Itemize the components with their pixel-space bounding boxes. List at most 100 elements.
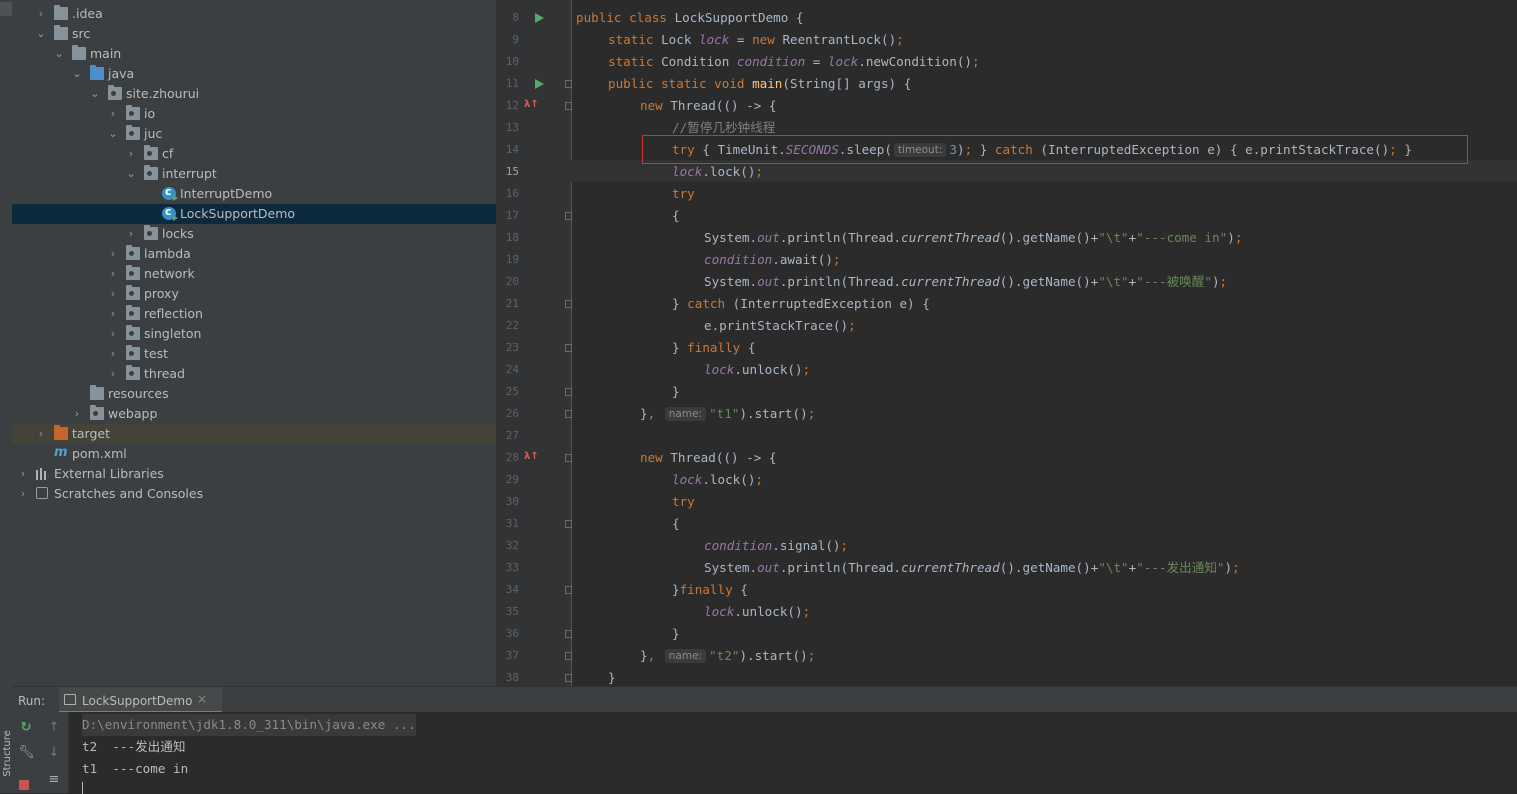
arrow-up-icon[interactable]: ↑	[46, 720, 62, 736]
fold-icon[interactable]	[565, 410, 572, 418]
tree-item-main[interactable]: ⌄ main	[12, 44, 496, 64]
fold-icon[interactable]	[565, 630, 572, 638]
chevron-right-icon[interactable]: ›	[126, 227, 136, 241]
fold-icon[interactable]	[565, 300, 572, 308]
tree-item-io[interactable]: › io	[12, 104, 496, 124]
code-line-36[interactable]: }	[672, 623, 680, 645]
tree-item-src[interactable]: ⌄ src	[12, 24, 496, 44]
fold-icon[interactable]	[565, 80, 572, 88]
code-line-13[interactable]: //暂停几秒钟线程	[672, 117, 775, 139]
tree-item-juc[interactable]: ⌄ juc	[12, 124, 496, 144]
chevron-right-icon[interactable]: ›	[126, 147, 136, 161]
tree-item-scratches-and-consoles[interactable]: › Scratches and Consoles	[12, 484, 496, 504]
code-line-24[interactable]: lock.unlock();	[704, 359, 810, 381]
tree-item-interruptdemo[interactable]: InterruptDemo	[12, 184, 496, 204]
chevron-right-icon[interactable]: ›	[108, 367, 118, 381]
code-line-20[interactable]: System.out.println(Thread.currentThread(…	[704, 271, 1227, 293]
lambda-gutter-icon[interactable]: λ↑	[524, 451, 539, 462]
fold-icon[interactable]	[565, 454, 572, 462]
code-line-34[interactable]: }finally {	[672, 579, 748, 601]
stop-icon[interactable]	[19, 780, 29, 790]
project-tree[interactable]: › .idea ⌄ src ⌄ main ⌄ java ⌄ site.zhourui › io ⌄ juc…	[12, 0, 496, 686]
tree-item-lambda[interactable]: › lambda	[12, 244, 496, 264]
code-line-37[interactable]: }, name: "t2").start();	[640, 645, 815, 667]
close-icon[interactable]: ×	[197, 692, 207, 706]
code-line-14[interactable]: try { TimeUnit.SECONDS.sleep(timeout: 3);…	[672, 139, 1412, 161]
tree-item-cf[interactable]: › cf	[12, 144, 496, 164]
wrench-icon[interactable]: 🔧︎	[18, 745, 35, 761]
tree-item-webapp[interactable]: › webapp	[12, 404, 496, 424]
code-line-22[interactable]: e.printStackTrace();	[704, 315, 856, 337]
chevron-right-icon[interactable]: ›	[108, 347, 118, 361]
chevron-right-icon[interactable]: ›	[72, 407, 82, 421]
chevron-down-icon[interactable]: ⌄	[108, 127, 118, 141]
code-line-29[interactable]: lock.lock();	[672, 469, 763, 491]
chevron-right-icon[interactable]: ›	[108, 287, 118, 301]
chevron-right-icon[interactable]: ›	[108, 107, 118, 121]
chevron-down-icon[interactable]: ⌄	[54, 47, 64, 61]
code-line-9[interactable]: static Lock lock = new ReentrantLock();	[608, 29, 904, 51]
code-line-25[interactable]: }	[672, 381, 680, 403]
code-line-32[interactable]: condition.signal();	[704, 535, 848, 557]
fold-icon[interactable]	[565, 586, 572, 594]
fold-icon[interactable]	[565, 102, 572, 110]
tree-item-pom-xml[interactable]: m pom.xml	[12, 444, 496, 464]
code-line-33[interactable]: System.out.println(Thread.currentThread(…	[704, 557, 1240, 579]
code-line-35[interactable]: lock.unlock();	[704, 601, 810, 623]
chevron-down-icon[interactable]: ⌄	[126, 167, 136, 181]
fold-icon[interactable]	[565, 520, 572, 528]
chevron-right-icon[interactable]: ›	[18, 467, 28, 481]
chevron-right-icon[interactable]: ›	[108, 307, 118, 321]
code-line-16[interactable]: try	[672, 183, 695, 205]
code-line-17[interactable]: {	[672, 205, 680, 227]
chevron-right-icon[interactable]: ›	[108, 267, 118, 281]
tree-item-test[interactable]: › test	[12, 344, 496, 364]
chevron-right-icon[interactable]: ›	[36, 427, 46, 441]
chevron-right-icon[interactable]: ›	[18, 487, 28, 501]
soft-wrap-icon[interactable]: ≡	[46, 772, 62, 788]
run-tab-locksupportdemo[interactable]: LockSupportDemo ×	[59, 687, 222, 713]
chevron-right-icon[interactable]: ›	[108, 327, 118, 341]
tree-item-locks[interactable]: › locks	[12, 224, 496, 244]
code-line-30[interactable]: try	[672, 491, 695, 513]
code-line-28[interactable]: new Thread(() -> {	[640, 447, 777, 469]
tree-item-target[interactable]: › target	[12, 424, 496, 444]
arrow-down-icon[interactable]: ↓	[46, 745, 62, 761]
project-tool-tab[interactable]	[0, 2, 12, 16]
chevron-down-icon[interactable]: ⌄	[90, 87, 100, 101]
code-line-23[interactable]: } finally {	[672, 337, 755, 359]
tree-item-resources[interactable]: resources	[12, 384, 496, 404]
fold-icon[interactable]	[565, 344, 572, 352]
fold-icon[interactable]	[565, 674, 572, 682]
tree-item-reflection[interactable]: › reflection	[12, 304, 496, 324]
tree-item-site-zhourui[interactable]: ⌄ site.zhourui	[12, 84, 496, 104]
tree-item--idea[interactable]: › .idea	[12, 4, 496, 24]
run-gutter-icon[interactable]	[535, 13, 544, 23]
code-line-31[interactable]: {	[672, 513, 680, 535]
code-line-12[interactable]: new Thread(() -> {	[640, 95, 777, 117]
tree-item-proxy[interactable]: › proxy	[12, 284, 496, 304]
code-line-21[interactable]: } catch (InterruptedException e) {	[672, 293, 930, 315]
fold-icon[interactable]	[565, 212, 572, 220]
rerun-icon[interactable]: ↻	[18, 720, 34, 736]
tree-item-external-libraries[interactable]: › External Libraries	[12, 464, 496, 484]
chevron-right-icon[interactable]: ›	[108, 247, 118, 261]
fold-icon[interactable]	[565, 388, 572, 396]
run-gutter-icon[interactable]	[535, 79, 544, 89]
code-line-15[interactable]: lock.lock();	[672, 161, 763, 183]
code-line-18[interactable]: System.out.println(Thread.currentThread(…	[704, 227, 1242, 249]
code-line-19[interactable]: condition.await();	[704, 249, 841, 271]
tree-item-java[interactable]: ⌄ java	[12, 64, 496, 84]
chevron-right-icon[interactable]: ›	[36, 7, 46, 21]
code-line-11[interactable]: public static void main(String[] args) {	[608, 73, 911, 95]
tree-item-network[interactable]: › network	[12, 264, 496, 284]
code-line-26[interactable]: }, name: "t1").start();	[640, 403, 815, 425]
code-line-10[interactable]: static Condition condition = lock.newCon…	[608, 51, 980, 73]
tree-item-thread[interactable]: › thread	[12, 364, 496, 384]
tree-item-locksupportdemo[interactable]: LockSupportDemo	[12, 204, 496, 224]
code-line-38[interactable]: }	[608, 667, 616, 686]
code-line-8[interactable]: public class LockSupportDemo {	[576, 7, 803, 29]
lambda-gutter-icon[interactable]: λ↑	[524, 99, 539, 110]
chevron-down-icon[interactable]: ⌄	[36, 27, 46, 41]
tree-item-interrupt[interactable]: ⌄ interrupt	[12, 164, 496, 184]
